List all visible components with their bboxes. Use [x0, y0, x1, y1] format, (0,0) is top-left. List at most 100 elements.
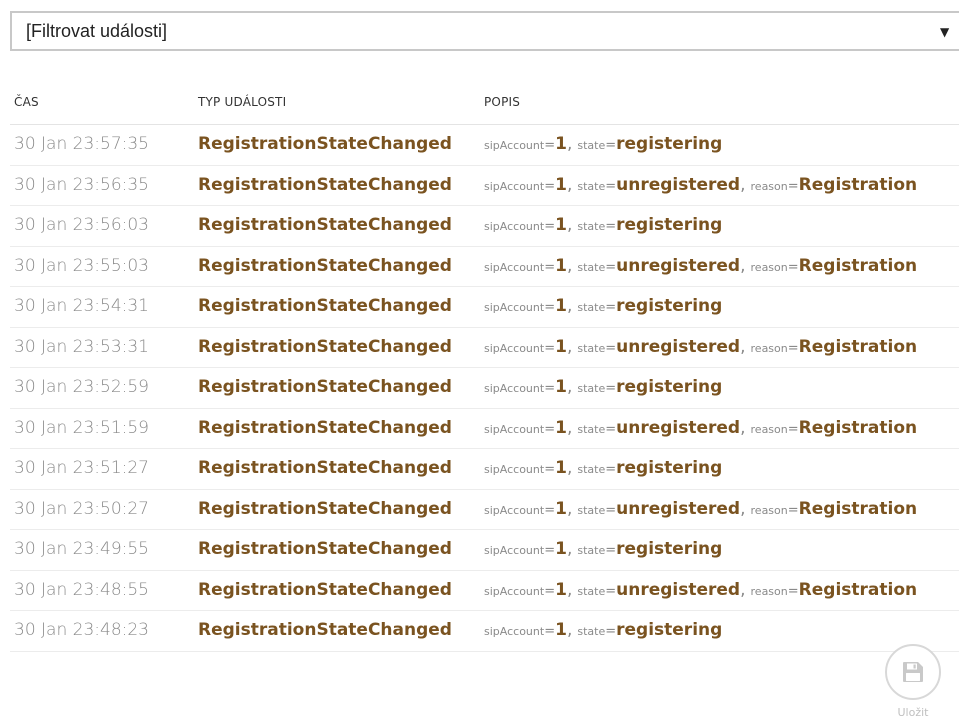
desc-value-reason: Registration: [798, 579, 918, 600]
desc-value-state: unregistered: [616, 498, 741, 519]
desc-equals: =: [544, 259, 556, 275]
desc-equals: =: [544, 340, 556, 356]
desc-value-sipaccount: 1: [555, 458, 567, 478]
column-header-time[interactable]: ČAS: [14, 95, 39, 109]
event-time: 30 Jan 23:53:31: [14, 336, 149, 357]
desc-separator: ,: [740, 579, 746, 600]
desc-equals: =: [787, 421, 799, 437]
event-time: 30 Jan 23:57:35: [14, 134, 149, 154]
save-button[interactable]: Uložit: [878, 644, 948, 724]
table-row: 30 Jan 23:56:35 RegistrationStateChanged s…: [10, 166, 959, 206]
event-time: 30 Jan 23:51:27: [14, 458, 149, 478]
desc-value-state: unregistered: [616, 174, 741, 195]
desc-key-state: state: [577, 139, 606, 152]
desc-value-sipaccount: 1: [555, 215, 567, 235]
desc-separator: ,: [740, 255, 746, 276]
event-type: RegistrationStateChanged: [198, 539, 452, 559]
desc-equals: =: [787, 178, 799, 194]
desc-separator: ,: [566, 336, 573, 357]
desc-separator: ,: [566, 498, 573, 519]
desc-equals: =: [605, 340, 617, 356]
save-button-label: Uložit: [897, 706, 929, 719]
column-header-description[interactable]: POPIS: [484, 95, 520, 109]
desc-value-state: registering: [616, 134, 723, 154]
event-description: sipAccount=1, state=unregistered, reason=R…: [484, 490, 917, 530]
event-type: RegistrationStateChanged: [198, 579, 452, 600]
column-header-event-type[interactable]: TYP UDÁLOSTI: [198, 95, 286, 109]
desc-key-state: state: [577, 625, 606, 638]
event-description: sipAccount=1, state=registering: [484, 287, 722, 327]
desc-value-sipaccount: 1: [555, 296, 567, 316]
desc-key-reason: reason: [750, 179, 788, 193]
desc-equals: =: [544, 219, 556, 234]
desc-equals: =: [544, 624, 556, 639]
event-time: 30 Jan 23:48:55: [14, 579, 149, 600]
desc-value-reason: Registration: [798, 255, 918, 276]
table-header: ČAS TYP UDÁLOSTI POPIS: [10, 86, 959, 125]
desc-separator: ,: [566, 255, 573, 276]
desc-value-state: registering: [616, 215, 723, 235]
desc-value-sipaccount: 1: [555, 579, 567, 600]
desc-separator: ,: [566, 620, 573, 640]
desc-separator: ,: [566, 579, 573, 600]
desc-equals: =: [544, 583, 556, 599]
desc-value-sipaccount: 1: [555, 336, 567, 357]
desc-key-sipaccount: sipAccount: [484, 422, 545, 436]
table-row: 30 Jan 23:51:59 RegistrationStateChanged s…: [10, 409, 959, 449]
desc-separator: ,: [566, 539, 573, 559]
desc-value-state: unregistered: [616, 336, 741, 357]
event-description: sipAccount=1, state=registering: [484, 125, 722, 165]
desc-equals: =: [605, 502, 617, 518]
triangle-down-icon[interactable]: ▼: [940, 12, 949, 52]
desc-separator: ,: [566, 134, 573, 154]
desc-value-state: unregistered: [616, 255, 741, 276]
table-row: 30 Jan 23:54:31 RegistrationStateChanged s…: [10, 287, 959, 328]
desc-key-sipaccount: sipAccount: [484, 220, 545, 233]
desc-value-sipaccount: 1: [555, 417, 567, 438]
desc-equals: =: [787, 502, 799, 518]
event-filter-value: [Filtrovat události]: [26, 21, 168, 41]
event-type: RegistrationStateChanged: [198, 336, 452, 357]
desc-equals: =: [605, 543, 617, 558]
desc-key-reason: reason: [750, 422, 788, 436]
event-type: RegistrationStateChanged: [198, 377, 452, 397]
desc-value-state: registering: [616, 296, 723, 316]
desc-key-state: state: [577, 422, 606, 436]
desc-value-state: registering: [616, 539, 723, 559]
desc-value-sipaccount: 1: [555, 498, 567, 519]
event-time: 30 Jan 23:55:03: [14, 255, 149, 276]
desc-value-reason: Registration: [798, 336, 918, 357]
desc-value-state: unregistered: [616, 417, 741, 438]
desc-key-state: state: [577, 584, 606, 598]
desc-key-sipaccount: sipAccount: [484, 463, 545, 476]
desc-value-sipaccount: 1: [555, 539, 567, 559]
desc-value-sipaccount: 1: [555, 377, 567, 397]
event-description: sipAccount=1, state=unregistered, reason=R…: [484, 166, 917, 206]
desc-key-sipaccount: sipAccount: [484, 179, 545, 193]
desc-equals: =: [544, 138, 556, 153]
desc-key-reason: reason: [750, 341, 788, 355]
save-button-circle[interactable]: [885, 644, 941, 700]
desc-separator: ,: [566, 377, 573, 397]
desc-value-reason: Registration: [798, 498, 918, 519]
event-type: RegistrationStateChanged: [198, 134, 452, 154]
table-row: 30 Jan 23:52:59 RegistrationStateChanged s…: [10, 368, 959, 409]
desc-key-state: state: [577, 220, 606, 233]
event-time: 30 Jan 23:50:27: [14, 498, 149, 519]
desc-equals: =: [605, 259, 617, 275]
desc-key-sipaccount: sipAccount: [484, 260, 545, 274]
desc-key-state: state: [577, 301, 606, 314]
event-time: 30 Jan 23:56:03: [14, 215, 149, 235]
desc-equals: =: [544, 462, 556, 477]
event-type: RegistrationStateChanged: [198, 498, 452, 519]
desc-equals: =: [605, 178, 617, 194]
event-time: 30 Jan 23:56:35: [14, 174, 149, 195]
event-description: sipAccount=1, state=registering: [484, 206, 722, 246]
desc-value-state: unregistered: [616, 579, 741, 600]
table-row: 30 Jan 23:49:55 RegistrationStateChanged s…: [10, 530, 959, 571]
desc-value-state: registering: [616, 458, 723, 478]
desc-key-state: state: [577, 503, 606, 517]
event-filter-select[interactable]: [Filtrovat události]: [10, 11, 959, 51]
event-description: sipAccount=1, state=unregistered, reason=R…: [484, 409, 917, 449]
event-type: RegistrationStateChanged: [198, 215, 452, 235]
